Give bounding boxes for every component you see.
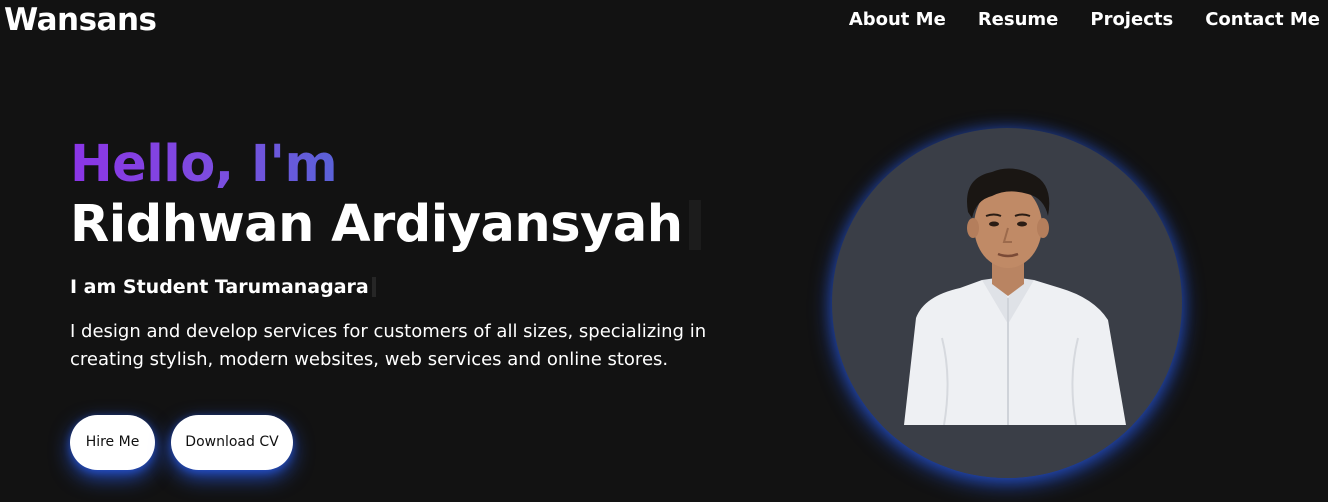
typing-cursor-small [371,277,376,297]
name-row: Ridhwan Ardiyansyah [70,196,701,254]
greeting-heading: Hello, I'm [70,135,338,194]
profile-photo [832,168,1182,478]
nav-link-about[interactable]: About Me [849,8,946,32]
download-cv-button[interactable]: Download CV [171,415,293,470]
nav-link-projects[interactable]: Projects [1090,8,1173,32]
role-text: I am Student Tarumanagara [70,276,369,298]
brand-logo[interactable]: Wansans [4,0,157,40]
nav-links: About Me Resume Projects Contact Me [849,8,1320,32]
top-nav: Wansans About Me Resume Projects Contact… [0,0,1328,44]
hero-description: I design and develop services for custom… [70,321,707,370]
nav-link-resume[interactable]: Resume [978,8,1059,32]
name-heading: Ridhwan Ardiyansyah [70,195,683,254]
hire-me-button[interactable]: Hire Me [70,415,155,470]
nav-link-contact[interactable]: Contact Me [1205,8,1320,32]
page: Wansans About Me Resume Projects Contact… [0,0,1328,502]
typing-cursor [688,200,701,250]
role-row: I am Student Tarumanagara [70,274,376,300]
profile-avatar [832,128,1182,478]
